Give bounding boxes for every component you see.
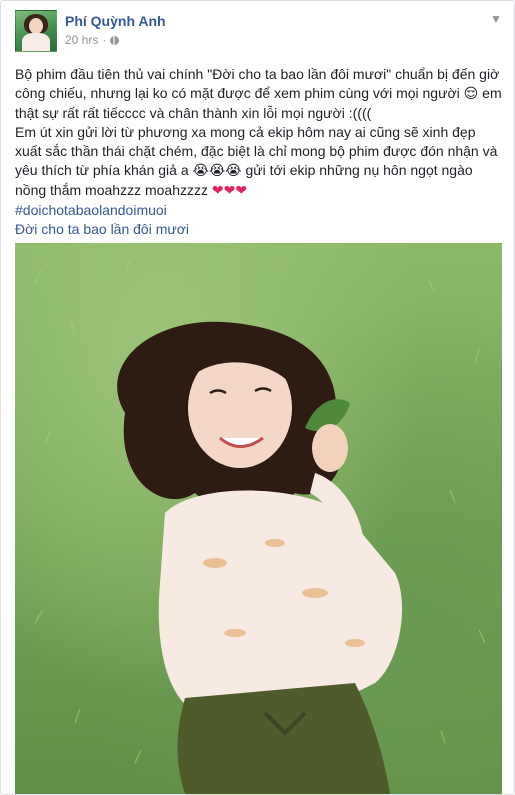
hand-shape (312, 424, 348, 472)
facebook-post: Phí Quỳnh Anh 20 hrs · ▼ Bộ phim đầu tiê… (0, 0, 515, 795)
paragraph-1-text: Bộ phim đầu tiên thủ vai chính "Đời cho … (15, 66, 500, 101)
hearts-emoji: ❤❤❤ (211, 183, 248, 199)
movie-title-link[interactable]: Đời cho ta bao lần đôi mươi (15, 220, 503, 239)
skirt-shape (177, 683, 390, 794)
photo-illustration (34, 259, 486, 794)
relieved-emoji: 😌 (463, 86, 479, 102)
globe-icon[interactable] (110, 35, 120, 45)
post-timestamp[interactable]: 20 hrs (65, 33, 98, 47)
post-header: Phí Quỳnh Anh 20 hrs · ▼ (15, 10, 505, 52)
post-paragraph-1: Bộ phim đầu tiên thủ vai chính "Đời cho … (15, 65, 503, 123)
post-body: Bộ phim đầu tiên thủ vai chính "Đời cho … (15, 65, 503, 239)
meta-separator: · (102, 33, 107, 47)
crying-emoji: 😭😭😭 (192, 163, 242, 179)
avatar-face (29, 18, 43, 34)
post-meta: 20 hrs · (65, 33, 120, 47)
blouse-shape (158, 490, 403, 713)
hashtag-link[interactable]: #doichotabaolandoimuoi (15, 201, 503, 220)
avatar-body (22, 33, 50, 51)
post-photo[interactable] (15, 243, 502, 794)
author-avatar[interactable] (15, 10, 57, 52)
post-paragraph-2: Em út xin gửi lời từ phương xa mong cả e… (15, 123, 503, 201)
author-name[interactable]: Phí Quỳnh Anh (65, 13, 166, 29)
chevron-down-icon[interactable]: ▼ (489, 13, 503, 25)
